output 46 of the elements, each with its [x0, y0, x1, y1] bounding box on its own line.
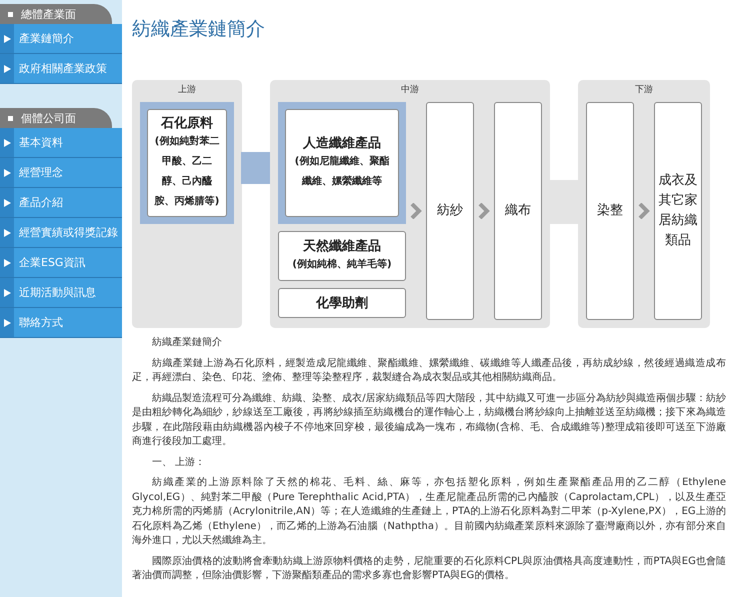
chevron-icon [410, 203, 422, 219]
section-title: 個體公司面 [21, 110, 76, 126]
box-title: 石化原料 [161, 115, 213, 132]
paragraph: 一、 上游： [151, 456, 206, 470]
sidebar-item[interactable]: 近期活動與訊息 [0, 278, 122, 308]
paragraph: 紡織品製造流程可分為纖維、紡織、染整、成衣/居家紡織類品等四大階段，其中紡織又可進一步區分為紡紗與織造兩個步驟：紡紗是由粗紗轉化為細紗，紗線送至工廠後，再將紗線插至紡織機台的運作軸心上，紡織機台將紗線向上抽離並送至紡織機；接下來為織造步驟，在此階段藉由紡織機器內梭子不停地來回穿梭，最後編成為一塊布，布織物(含棉、毛、合成纖維等)整理成箱後即可送至下游廠商進行後段加工處理。 [132, 392, 726, 449]
triangle-icon [4, 168, 10, 176]
triangle-icon [4, 64, 10, 72]
box-title: 染整 [596, 202, 624, 220]
triangle-icon [4, 318, 10, 326]
section-title: 總體產業面 [21, 6, 76, 22]
box-title: 人造纖維產品 [303, 135, 381, 152]
paragraph: 紡織產業鏈上游為石化原料，經製造成尼龍纖維、聚酯纖維、嫘縈纖維、碳纖維等人纖產品後，再紡成紗線，然後經過織造成布疋，再經漂白、染色、印花、塗佈、整理等染整程序，裁製縫合為成衣製品或其他相關紡織商品。 [132, 356, 726, 385]
paragraph: 國際原油價格的波動將會牽動紡織上游原物料價格的走勢，尼龍重要的石化原料CPL與原油價格具高度連動性，而PTA與EG也會隨著油價而調整，但除油價影響，下游聚酯類產品的需求多寡也會影響PTA與EG的價格。 [132, 554, 726, 583]
box-note: (例如純對苯二甲酸、乙二醇、己內醯胺、丙烯腈等) [153, 134, 220, 209]
paragraph: 紡織產業鏈簡介 [151, 336, 223, 350]
page-title: 紡織產業鏈簡介 [132, 17, 266, 42]
box-title: 天然纖維產品 [303, 238, 381, 255]
box-title: 織布 [504, 202, 532, 220]
triangle-icon [4, 34, 10, 42]
box-title: 成衣及其它家居紡織類品 [658, 172, 698, 250]
box-note: (例如尼龍纖維、聚酯纖維、嫘縈纖維等 [294, 154, 390, 189]
triangle-icon [4, 258, 10, 266]
sidebar-item[interactable]: 產業鏈簡介 [0, 24, 122, 54]
box-title: 紡紗 [436, 202, 464, 220]
box-title: 化學助劑 [316, 295, 368, 312]
triangle-icon [4, 228, 10, 236]
box-note: (例如純棉、純羊毛等) [292, 258, 392, 272]
sidebar-item[interactable]: 經營理念 [0, 158, 122, 188]
sidebar-item[interactable]: 政府相關產業政策 [0, 54, 122, 84]
stage-label: 下游 [635, 84, 653, 96]
triangle-icon [4, 288, 10, 296]
sidebar-item[interactable]: 產品介紹 [0, 188, 122, 218]
stage-label: 中游 [401, 84, 419, 96]
square-bullet-icon [8, 116, 13, 120]
chevron-icon [638, 203, 650, 219]
chevron-icon [478, 203, 490, 219]
paragraph: 紡織產業的上游原料除了天然的棉花、毛料、絲、麻等，亦包括塑化原料，例如生產聚酯產品用的乙二醇（Ethylene Glycol,EG）、純對苯二甲酸（Pure Terephthalic Acid,PTA），生產尼龍產品所需的己內醯胺（Caprolactam,CPL），以及生產亞克力棉所需的丙烯腈（Acrylonitrile,AN）等；在人造纖維的生產鏈上，PTA的上游石化原料為對二甲苯（p-Xylene,PX），EG上游的石化原料為乙烯（Ethylene），而乙烯的上游為石油腦（Nathptha）。目前國內紡織產業原料來源除了臺灣廠商以外，亦有部分來自海外進口，尤以天然纖維為主。 [132, 476, 726, 548]
sidebar-item[interactable]: 經營實績或得獎記錄 [0, 218, 122, 248]
sidebar-item[interactable]: 基本資料 [0, 128, 122, 158]
triangle-icon [4, 138, 10, 146]
sidebar-item[interactable]: 企業ESG資訊 [0, 248, 122, 278]
square-bullet-icon [8, 12, 13, 16]
triangle-icon [4, 198, 10, 206]
sidebar-item[interactable]: 聯絡方式 [0, 308, 122, 338]
stage-label: 上游 [178, 84, 196, 96]
